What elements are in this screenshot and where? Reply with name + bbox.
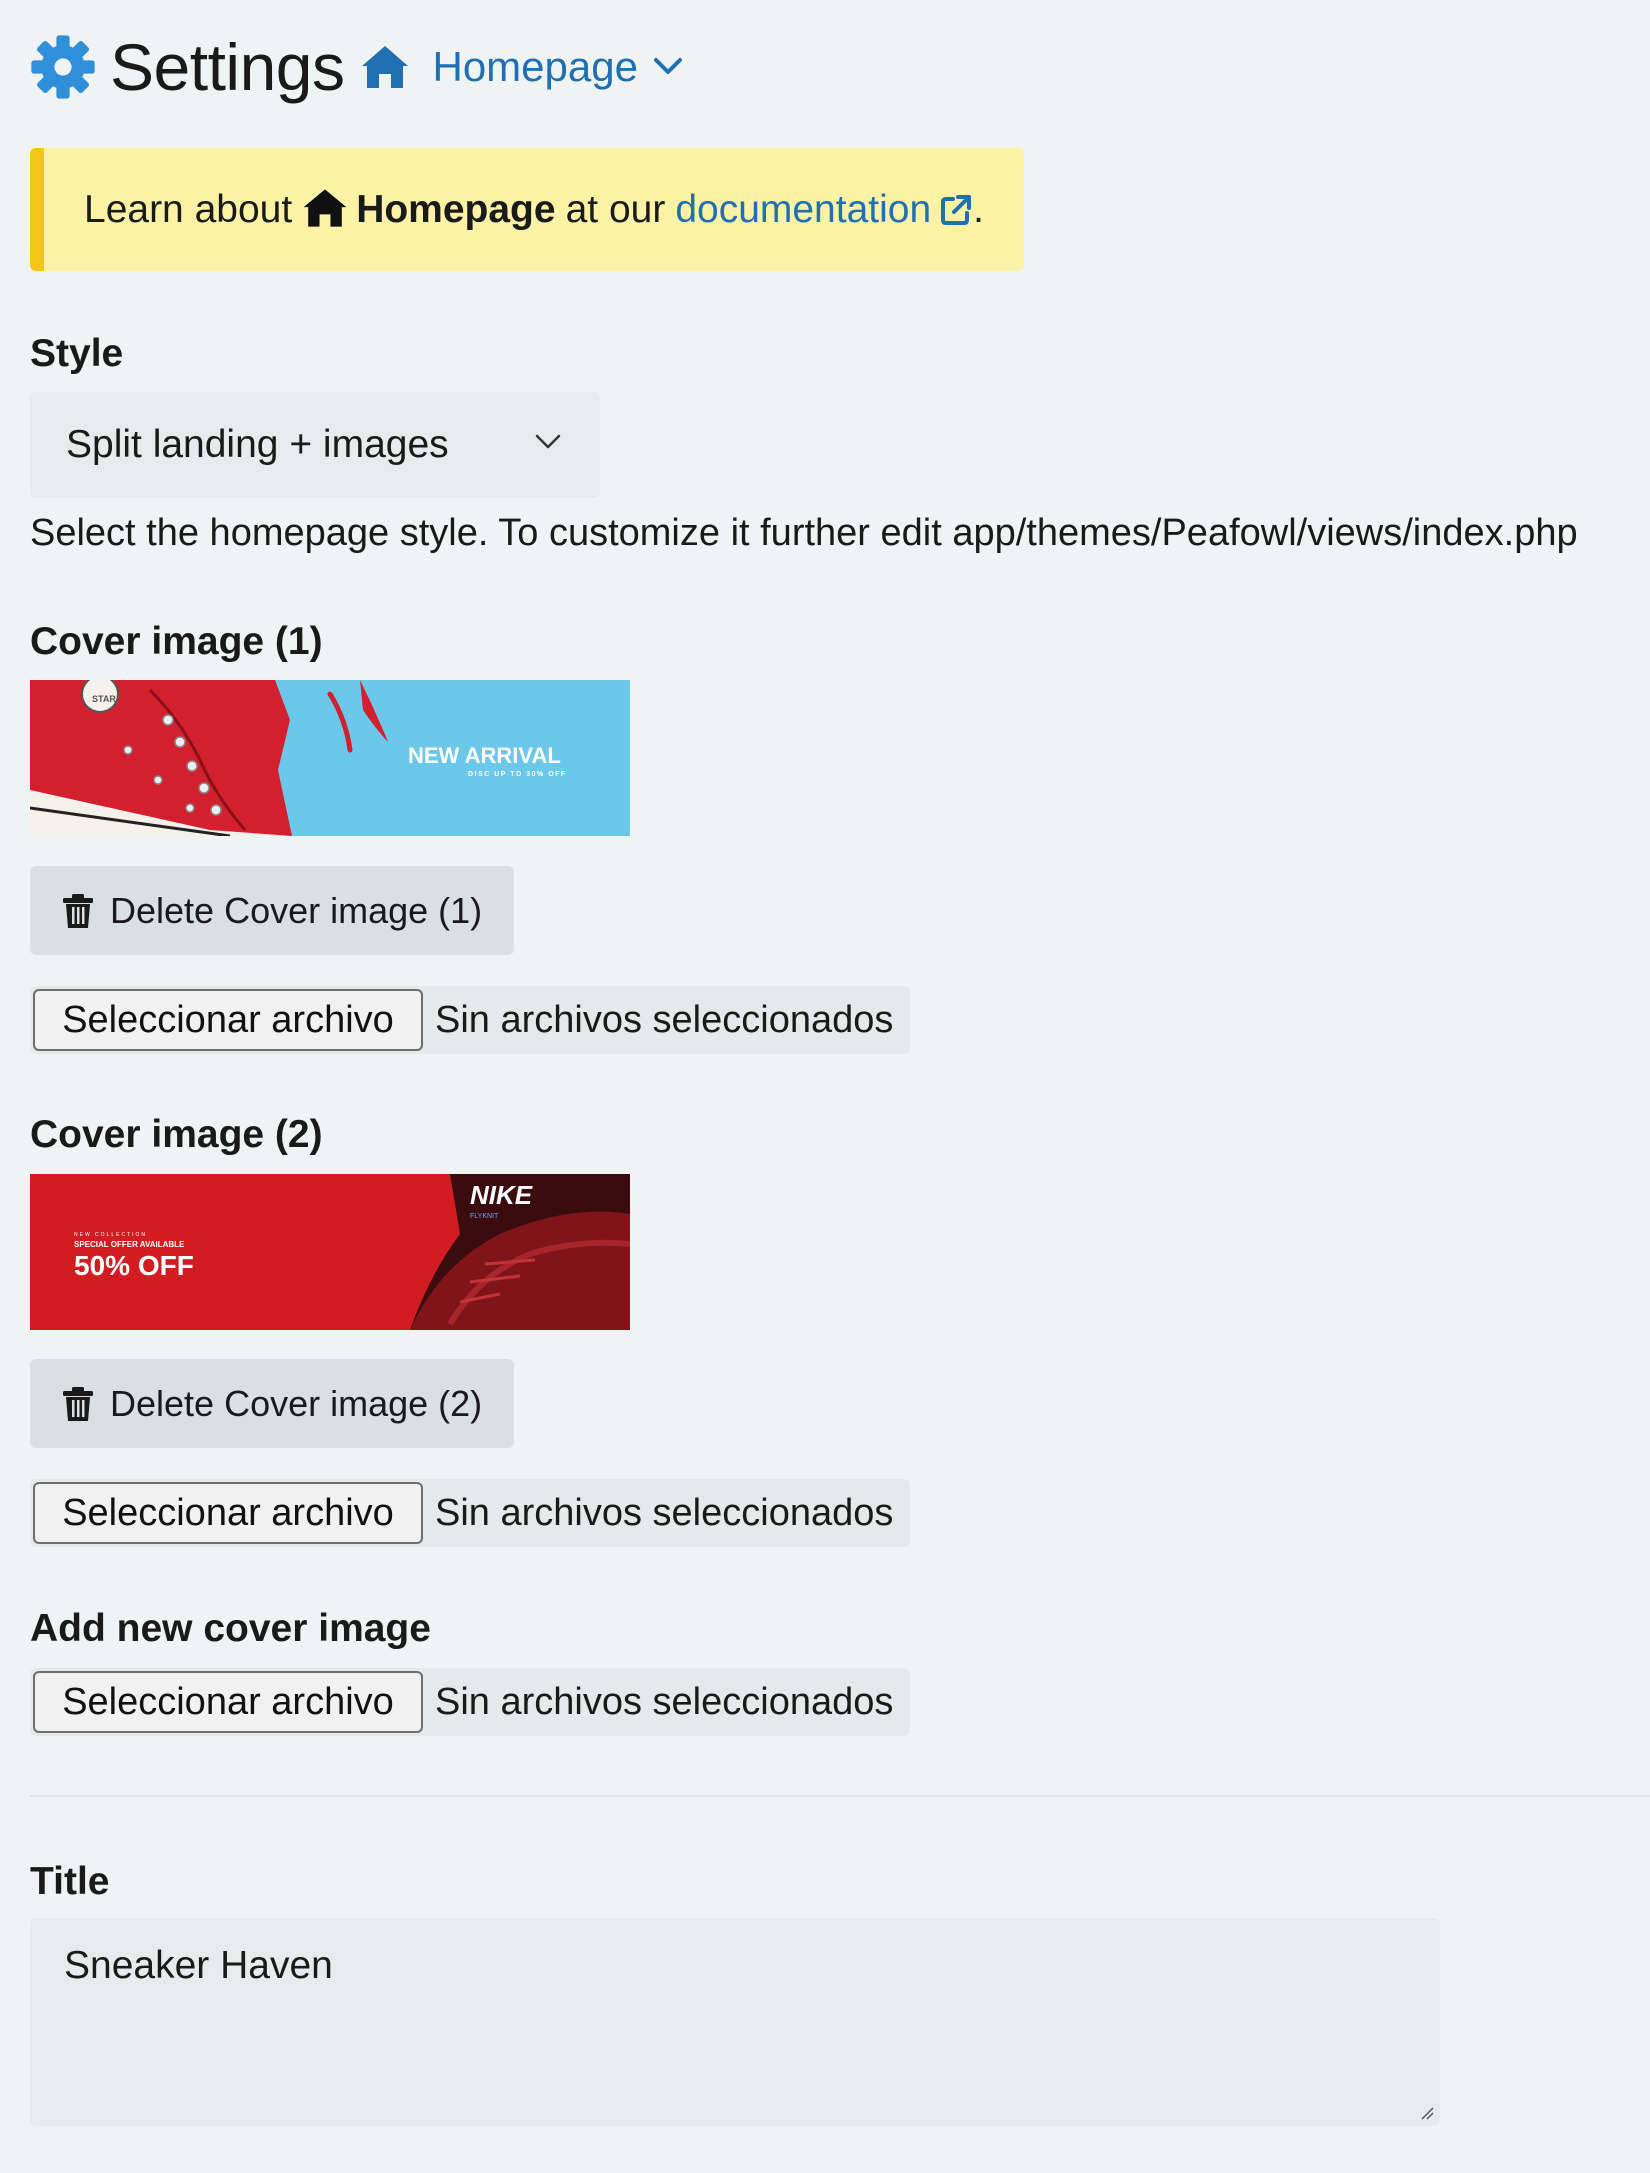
cover-image-2-file-input[interactable]: Seleccionar archivo Sin archivos selecci… bbox=[30, 1479, 910, 1547]
home-icon bbox=[362, 46, 409, 88]
cover-image-1-preview: STAR NEW ARRIVAL DISC UP TO 30% OFF bbox=[30, 680, 630, 836]
notice-middle: at our bbox=[565, 187, 666, 231]
choose-file-button[interactable]: Seleccionar archivo bbox=[33, 1482, 423, 1544]
title-textarea-value: Sneaker Haven bbox=[64, 1944, 333, 1987]
delete-cover-image-2-label: Delete Cover image (2) bbox=[110, 1382, 483, 1424]
banner-2-brand: NIKE bbox=[470, 1180, 533, 1210]
cover-image-1-file-input[interactable]: Seleccionar archivo Sin archivos selecci… bbox=[30, 986, 910, 1054]
documentation-link[interactable]: documentation bbox=[675, 188, 931, 232]
choose-file-button[interactable]: Seleccionar archivo bbox=[33, 989, 423, 1051]
file-status-text: Sin archivos seleccionados bbox=[435, 998, 894, 1041]
delete-cover-image-1-label: Delete Cover image (1) bbox=[110, 889, 483, 931]
delete-cover-image-2-button[interactable]: Delete Cover image (2) bbox=[30, 1359, 514, 1448]
breadcrumb-label: Homepage bbox=[432, 43, 638, 90]
settings-page: Settings Homepage Learn about Homepage a… bbox=[0, 0, 1650, 2173]
banner-2-title: 50% OFF bbox=[74, 1250, 194, 1281]
notice-suffix: . bbox=[973, 187, 984, 231]
cover-image-2-label: Cover image (2) bbox=[30, 1113, 323, 1156]
resize-handle-icon[interactable] bbox=[1418, 2104, 1434, 2120]
style-select[interactable]: Split landing + images bbox=[30, 392, 600, 498]
cover-image-1-label: Cover image (1) bbox=[30, 620, 323, 663]
add-new-cover-image-label: Add new cover image bbox=[30, 1607, 431, 1650]
choose-file-button[interactable]: Seleccionar archivo bbox=[33, 1671, 423, 1733]
breadcrumb-homepage-dropdown[interactable]: Homepage bbox=[432, 43, 683, 91]
section-divider bbox=[30, 1795, 1650, 1797]
external-link-icon[interactable] bbox=[939, 193, 973, 227]
home-icon bbox=[303, 188, 347, 227]
banner-2-subtitle: SPECIAL OFFER AVAILABLE bbox=[74, 1240, 185, 1249]
page-title: Settings bbox=[110, 30, 345, 104]
gear-icon bbox=[31, 35, 95, 99]
banner-1-subtitle: DISC UP TO 30% OFF bbox=[468, 771, 567, 778]
trash-icon bbox=[63, 893, 93, 928]
notice-homepage-bold: Homepage bbox=[356, 187, 556, 231]
banner-1-brand: STAR bbox=[92, 694, 116, 704]
style-select-value: Split landing + images bbox=[66, 423, 449, 466]
chevron-down-icon bbox=[535, 434, 561, 449]
file-status-text: Sin archivos seleccionados bbox=[435, 1491, 894, 1534]
cover-image-2-preview: NIKE FLYKNIT NEW COLLECTION SPECIAL OFFE… bbox=[30, 1174, 630, 1330]
banner-2-brand-sub: FLYKNIT bbox=[470, 1213, 499, 1220]
delete-cover-image-1-button[interactable]: Delete Cover image (1) bbox=[30, 866, 514, 955]
title-textarea[interactable]: Sneaker Haven bbox=[30, 1918, 1440, 2126]
documentation-notice: Learn about Homepage at our documentatio… bbox=[30, 148, 1024, 271]
notice-prefix: Learn about bbox=[84, 187, 293, 231]
file-status-text: Sin archivos seleccionados bbox=[435, 1680, 894, 1723]
page-header: Settings Homepage bbox=[30, 34, 684, 100]
banner-2-kicker: NEW COLLECTION bbox=[74, 1232, 147, 1238]
chevron-down-icon bbox=[653, 58, 682, 74]
banner-1-title: NEW ARRIVAL bbox=[408, 743, 561, 768]
trash-icon bbox=[63, 1386, 93, 1421]
style-help-text: Select the homepage style. To customize … bbox=[30, 512, 1578, 554]
title-label: Title bbox=[30, 1860, 110, 1903]
style-label: Style bbox=[30, 332, 124, 375]
new-cover-image-file-input[interactable]: Seleccionar archivo Sin archivos selecci… bbox=[30, 1668, 910, 1736]
